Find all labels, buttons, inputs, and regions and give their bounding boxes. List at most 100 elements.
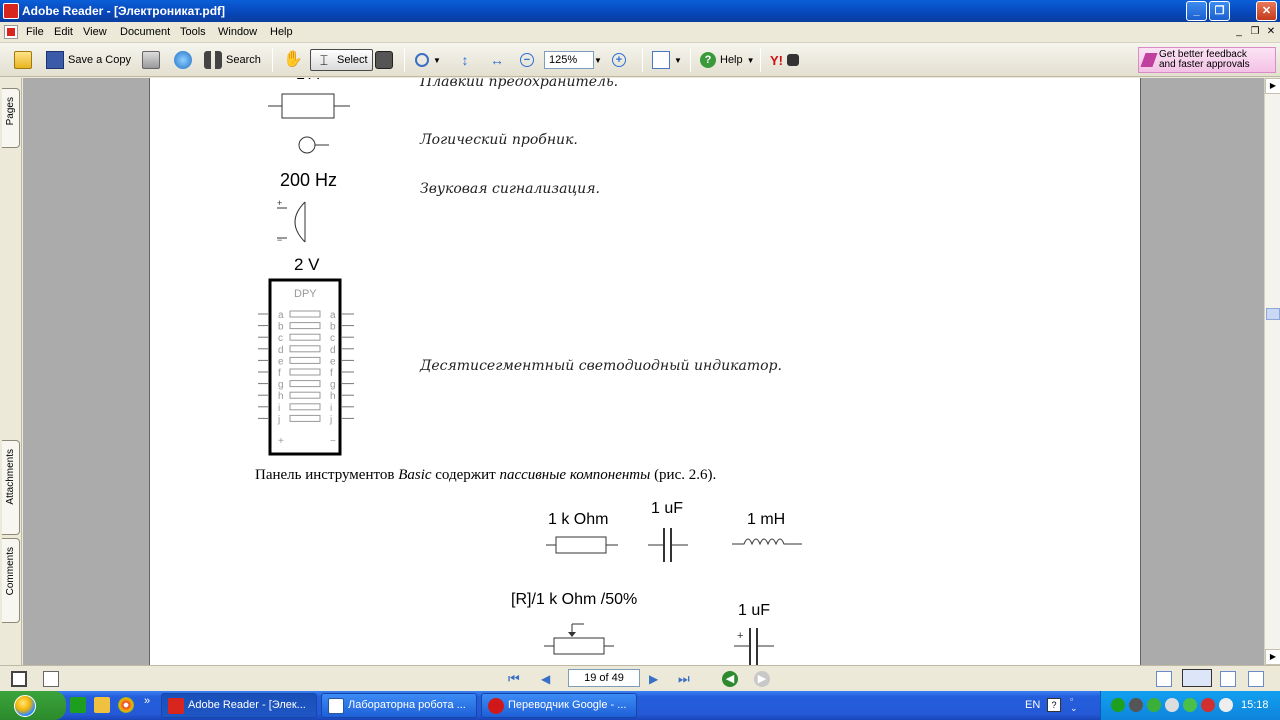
zoom-level-field[interactable]: 125% bbox=[544, 51, 594, 69]
display-segment bbox=[289, 368, 321, 376]
menu-tools[interactable]: Tools bbox=[180, 26, 206, 38]
menu-view[interactable]: View bbox=[83, 26, 107, 38]
zoom-dropdown-button[interactable]: ▼ bbox=[594, 49, 602, 71]
start-button[interactable] bbox=[0, 691, 66, 720]
pdf-page: 1 A Плавкий предохранитель. Логический п… bbox=[149, 78, 1141, 665]
system-tray: 15:18 bbox=[1100, 691, 1280, 720]
buzzer-description: Звуковая сигнализация. bbox=[420, 181, 600, 197]
yahoo-icon: Y! bbox=[770, 52, 783, 68]
document-view[interactable]: 1 A Плавкий предохранитель. Логический п… bbox=[23, 78, 1264, 665]
volume-icon[interactable] bbox=[1165, 698, 1179, 712]
zoom-tool-button[interactable]: ▼ bbox=[415, 49, 441, 71]
icq-icon[interactable] bbox=[1111, 698, 1125, 712]
display-pin-letter: f bbox=[330, 368, 333, 379]
menu-document[interactable]: Document bbox=[120, 26, 170, 38]
tab-attachments[interactable]: Attachments bbox=[2, 440, 20, 535]
help-icon[interactable]: ? bbox=[1047, 698, 1061, 712]
scroll-down-icon[interactable]: ▶ bbox=[1265, 649, 1280, 665]
menu-help[interactable]: Help bbox=[270, 26, 293, 38]
folder-icon[interactable] bbox=[94, 697, 110, 713]
select-tool-button[interactable]: ⌶ Select bbox=[310, 49, 373, 71]
search-label: Search bbox=[226, 54, 261, 66]
options-icon[interactable] bbox=[43, 671, 59, 687]
first-page-icon[interactable]: ⏮ bbox=[508, 671, 524, 687]
clock: 15:18 bbox=[1241, 699, 1269, 711]
next-page-icon[interactable]: ▶ bbox=[649, 671, 665, 687]
scroll-thumb[interactable] bbox=[1266, 308, 1280, 320]
zoom-in-button[interactable]: + bbox=[612, 49, 626, 71]
continuous-icon[interactable] bbox=[1182, 669, 1212, 687]
last-page-icon[interactable]: ⏭ bbox=[678, 671, 694, 687]
help-button[interactable]: ? Help ▼ bbox=[700, 49, 755, 71]
vertical-scrollbar[interactable]: ▶ ▶ bbox=[1264, 78, 1280, 665]
scroll-up-icon[interactable]: ▶ bbox=[1265, 78, 1280, 94]
status-bar: ⏮ ◀ 19 of 49 ▶ ⏭ ◀ ▶ bbox=[0, 665, 1280, 691]
tab-comments[interactable]: Comments bbox=[2, 538, 20, 623]
overflow-chevron-icon[interactable]: » bbox=[144, 695, 150, 707]
menu-bar: File Edit View Document Tools Window Hel… bbox=[0, 22, 1280, 43]
document-icon[interactable] bbox=[4, 25, 18, 39]
word-icon bbox=[328, 698, 344, 714]
doc-minimize-button[interactable]: _ bbox=[1232, 25, 1246, 39]
paragraph-mid: содержит bbox=[431, 467, 500, 483]
tab-pages[interactable]: Pages bbox=[2, 88, 20, 148]
fuse-description: Плавкий предохранитель. bbox=[420, 78, 619, 90]
task-word-document[interactable]: Лабораторна робота ... bbox=[321, 693, 477, 718]
display-pin-letter: h bbox=[278, 391, 284, 402]
continuous-facing-icon[interactable] bbox=[1248, 671, 1264, 687]
restore-button[interactable]: ❐ bbox=[1209, 1, 1230, 21]
quicklaunch-icon[interactable] bbox=[70, 697, 86, 713]
single-page-icon[interactable] bbox=[1156, 671, 1172, 687]
language-indicator[interactable]: EN bbox=[1025, 699, 1040, 711]
open-button[interactable] bbox=[14, 49, 32, 71]
doc-restore-button[interactable]: ❐ bbox=[1248, 25, 1262, 39]
antivirus-icon[interactable] bbox=[1147, 698, 1161, 712]
chrome-icon[interactable] bbox=[118, 697, 134, 713]
zoom-out-button[interactable]: − bbox=[520, 49, 534, 71]
previous-page-icon[interactable]: ◀ bbox=[541, 671, 557, 687]
binoculars-icon bbox=[204, 51, 222, 69]
rotate-view-button[interactable]: ▼ bbox=[652, 49, 682, 71]
task-opera[interactable]: Переводчик Google - ... bbox=[481, 693, 637, 718]
facing-icon[interactable] bbox=[1220, 671, 1236, 687]
svg-text:+: + bbox=[737, 630, 743, 642]
paragraph: Панель инструментов Basic содержит пасси… bbox=[255, 467, 716, 484]
chevron-down-icon[interactable]: ▼ bbox=[433, 56, 441, 65]
email-button[interactable] bbox=[174, 49, 192, 71]
menu-window[interactable]: Window bbox=[218, 26, 257, 38]
yahoo-toolbar-button[interactable]: Y! bbox=[770, 49, 799, 71]
close-button[interactable]: ✕ bbox=[1256, 1, 1277, 21]
task-adobe-reader[interactable]: Adobe Reader - [Элек... bbox=[161, 693, 317, 718]
save-copy-button[interactable]: Save a Copy bbox=[46, 49, 131, 71]
minimize-button[interactable]: _ bbox=[1186, 1, 1207, 21]
language-bar-options-icon[interactable]: ▫ ⌄ bbox=[1070, 695, 1078, 713]
print-button[interactable] bbox=[142, 49, 160, 71]
doc-close-button[interactable]: ✕ bbox=[1264, 25, 1278, 39]
hand-tool-button[interactable]: ✋ bbox=[283, 49, 303, 71]
fit-width-icon: ↔ bbox=[490, 52, 504, 68]
help-label: Help bbox=[720, 54, 743, 66]
network-icon[interactable] bbox=[1129, 698, 1143, 712]
snapshot-button[interactable] bbox=[375, 49, 393, 71]
camera-icon bbox=[375, 51, 393, 69]
display-pin-letter: i bbox=[278, 403, 280, 414]
page-number-field[interactable]: 19 of 49 bbox=[568, 669, 640, 687]
nav-panel-toggle-icon[interactable] bbox=[11, 671, 27, 687]
fit-height-button[interactable]: ↕ bbox=[456, 49, 474, 71]
buzzer-symbol: + − bbox=[277, 198, 306, 245]
fuse-label: 1 A bbox=[296, 78, 319, 84]
feedback-promo[interactable]: Get better feedback and faster approvals bbox=[1138, 47, 1276, 73]
fit-width-button[interactable]: ↔ bbox=[488, 49, 506, 71]
search-button[interactable]: Search bbox=[204, 49, 261, 71]
menu-file[interactable]: File bbox=[26, 26, 44, 38]
tray-app-icon[interactable] bbox=[1201, 698, 1215, 712]
fit-height-icon: ↕ bbox=[461, 52, 469, 68]
menu-edit[interactable]: Edit bbox=[54, 26, 73, 38]
go-back-icon[interactable]: ◀ bbox=[722, 671, 738, 687]
polarized-capacitor-symbol: + bbox=[734, 628, 774, 665]
title-bar: Adobe Reader - [Электроникат.pdf] _ ❐ ✕ bbox=[0, 0, 1280, 22]
security-shield-icon[interactable] bbox=[1183, 698, 1197, 712]
go-forward-icon[interactable]: ▶ bbox=[754, 671, 770, 687]
toolbar-separator bbox=[642, 48, 643, 72]
speaker-icon[interactable] bbox=[1219, 698, 1233, 712]
